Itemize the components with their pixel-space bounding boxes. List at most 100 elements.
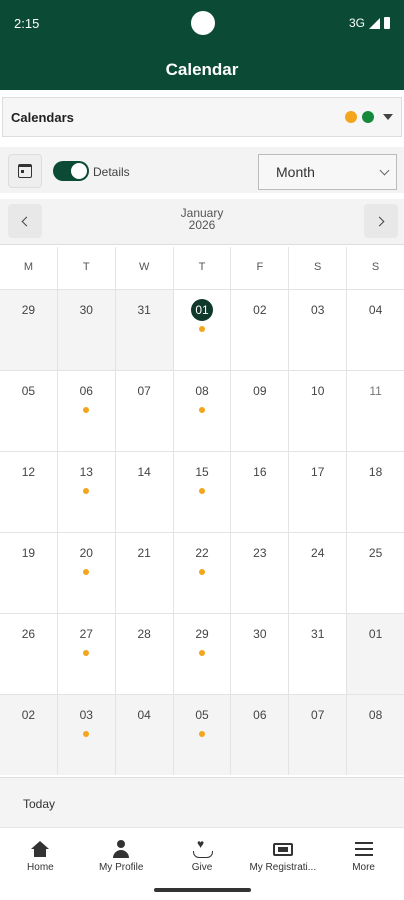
day-cell[interactable]: 21 <box>116 533 174 613</box>
day-cell[interactable]: 05 <box>0 371 58 451</box>
day-number: 12 <box>21 465 36 479</box>
day-number: 04 <box>137 708 151 722</box>
day-number: 14 <box>137 465 151 479</box>
event-dot <box>83 731 90 737</box>
day-cell[interactable]: 29 <box>174 614 232 694</box>
day-cell[interactable]: 04 <box>115 695 174 775</box>
day-cell[interactable]: 13 <box>58 452 116 532</box>
tab-label: Give <box>191 862 213 873</box>
month-year: 2026 <box>188 218 216 232</box>
month-title: January 2026 <box>0 207 404 231</box>
day-number: 30 <box>79 303 93 317</box>
weekday-label: M <box>0 247 58 289</box>
day-cell[interactable]: 30 <box>231 614 290 694</box>
calendar-controls: Details Month <box>0 147 404 193</box>
day-cell[interactable]: 25 <box>347 533 404 613</box>
day-cell[interactable]: 06 <box>231 695 290 775</box>
day-number: 25 <box>368 546 383 560</box>
day-number: 27 <box>79 627 93 641</box>
weekday-label: F <box>231 247 290 289</box>
day-cell[interactable]: 12 <box>0 452 58 532</box>
day-cell[interactable]: 04 <box>347 290 404 370</box>
signal-icon <box>369 17 380 29</box>
day-cell[interactable]: 08 <box>174 371 232 451</box>
day-cell[interactable]: 09 <box>231 371 290 451</box>
day-cell[interactable]: 31 <box>289 614 348 694</box>
status-bar: 2:15 3G <box>0 0 404 46</box>
day-cell[interactable]: 20 <box>58 533 116 613</box>
weekday-label: S <box>371 261 380 273</box>
tab-more[interactable]: More <box>323 828 404 900</box>
day-number: 22 <box>195 546 209 560</box>
home-indicator <box>154 888 251 892</box>
date-picker-button[interactable] <box>8 154 42 188</box>
day-number: 29 <box>21 303 36 317</box>
day-cell[interactable]: 07 <box>116 371 174 451</box>
day-cell[interactable]: 05 <box>173 695 232 775</box>
week-row: 26 27 28 29 30 31 01 <box>0 613 404 694</box>
week-row: 29 30 31 01 02 03 04 <box>0 289 404 370</box>
chevron-right-icon <box>374 216 385 226</box>
event-dot <box>199 326 205 332</box>
details-toggle[interactable] <box>53 161 89 181</box>
day-cell[interactable]: 31 <box>115 290 174 370</box>
tab-my-profile[interactable]: My Profile <box>81 828 162 900</box>
day-number: 19 <box>21 546 36 560</box>
day-cell[interactable]: 11 <box>347 371 404 451</box>
tab-home[interactable]: Home <box>0 828 81 900</box>
day-cell[interactable]: 15 <box>174 452 232 532</box>
day-cell[interactable]: 06 <box>58 371 116 451</box>
day-cell[interactable]: 16 <box>231 452 290 532</box>
tab-my-registrati[interactable]: My Registrati... <box>242 828 323 900</box>
day-cell[interactable]: 22 <box>174 533 232 613</box>
day-number: 26 <box>21 627 36 641</box>
day-cell[interactable]: 18 <box>347 452 404 532</box>
week-row: 19 20 21 22 23 24 25 <box>0 532 404 613</box>
view-select[interactable]: Month <box>258 154 397 190</box>
day-cell[interactable]: 08 <box>347 695 404 775</box>
day-number: 17 <box>311 465 325 479</box>
next-month-button[interactable] <box>364 204 398 238</box>
day-cell[interactable]: 29 <box>0 290 58 370</box>
day-cell[interactable]: 07 <box>289 695 348 775</box>
day-cell[interactable]: 30 <box>57 290 116 370</box>
day-cell[interactable]: 03 <box>289 290 348 370</box>
day-cell[interactable]: 28 <box>116 614 174 694</box>
day-cell[interactable]: 03 <box>57 695 116 775</box>
calendar-color-dot <box>362 111 374 123</box>
day-cell[interactable]: 14 <box>116 452 174 532</box>
day-number: 06 <box>79 384 93 398</box>
event-dot <box>199 569 205 575</box>
calendars-dropdown[interactable]: Calendars <box>2 97 402 137</box>
day-number: 29 <box>195 627 209 641</box>
month-navigation: January 2026 <box>0 199 404 245</box>
day-cell[interactable]: 17 <box>289 452 348 532</box>
day-cell[interactable]: 19 <box>0 533 58 613</box>
menu-icon <box>354 842 373 856</box>
tab-label: My Profile <box>98 862 144 873</box>
day-cell[interactable]: 23 <box>231 533 290 613</box>
week-row: 12 13 14 15 16 17 18 <box>0 451 404 532</box>
view-select-value: Month <box>276 164 315 180</box>
event-dot <box>83 488 90 494</box>
calendar-color-dot <box>345 111 357 123</box>
battery-icon <box>384 17 390 29</box>
day-cell[interactable]: 02 <box>0 695 58 775</box>
day-number: 31 <box>137 303 151 317</box>
today-bar[interactable]: Today <box>0 777 404 827</box>
month-grid: MTWTFSS 29 30 31 01 02 03 04 05 06 07 08 09 10 11 12 13… <box>0 247 404 775</box>
day-number: 30 <box>253 627 267 641</box>
day-number: 01 <box>368 627 383 641</box>
day-cell[interactable]: 26 <box>0 614 58 694</box>
day-cell[interactable]: 27 <box>58 614 116 694</box>
user-icon <box>113 840 130 858</box>
day-cell[interactable]: 10 <box>289 371 348 451</box>
network-label: 3G <box>348 16 365 30</box>
day-number: 11 <box>369 384 382 398</box>
day-cell-today[interactable]: 01 <box>174 290 232 370</box>
day-cell[interactable]: 01 <box>347 614 404 694</box>
calendar-colors <box>345 111 393 123</box>
weekday-label: T <box>174 247 232 289</box>
day-cell[interactable]: 24 <box>289 533 348 613</box>
day-cell[interactable]: 02 <box>231 290 290 370</box>
